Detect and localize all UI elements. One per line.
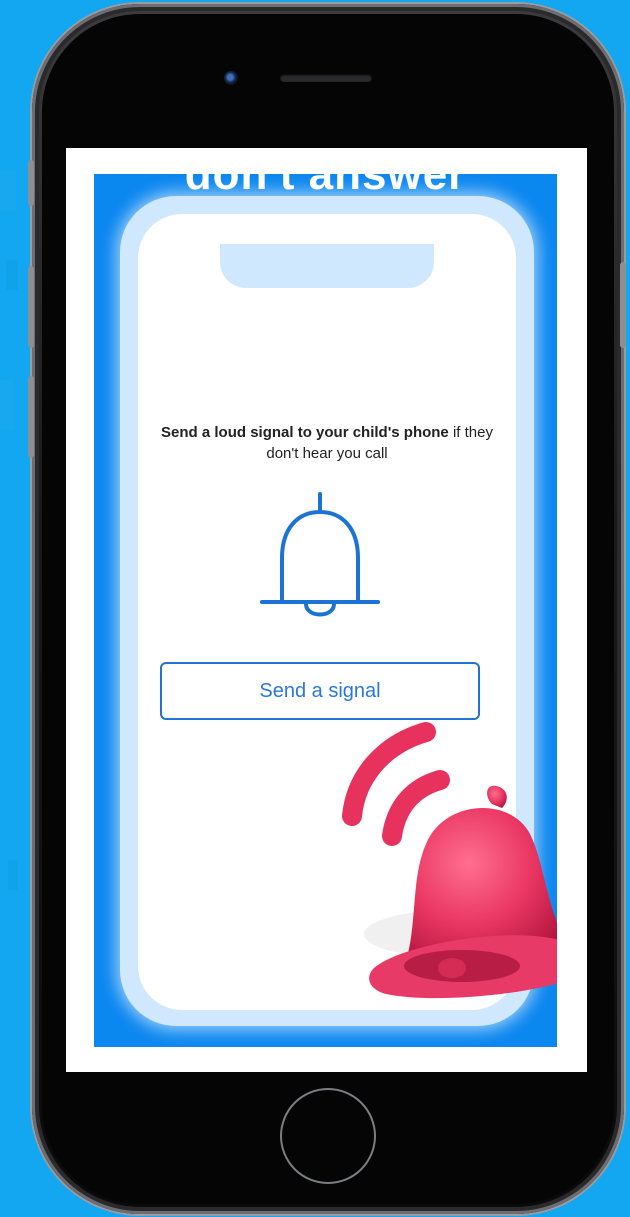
- promo-image: don't answer Send a loud signal to your …: [94, 174, 557, 1047]
- inner-phone-notch: [220, 244, 434, 288]
- mute-switch: [28, 160, 34, 206]
- signal-description: Send a loud signal to your child's phone…: [158, 422, 496, 464]
- speaker-grille: [280, 74, 372, 82]
- signal-description-bold: Send a loud signal to your child's phone: [161, 424, 449, 441]
- front-camera: [224, 71, 238, 85]
- power-button: [620, 262, 626, 348]
- volume-up-button: [28, 266, 34, 348]
- home-button[interactable]: [280, 1088, 376, 1184]
- volume-down-button: [28, 376, 34, 458]
- inner-phone-screen: Send a loud signal to your child's phone…: [138, 214, 557, 1010]
- bell-icon: [260, 492, 380, 617]
- ringing-bell-icon: [342, 722, 557, 999]
